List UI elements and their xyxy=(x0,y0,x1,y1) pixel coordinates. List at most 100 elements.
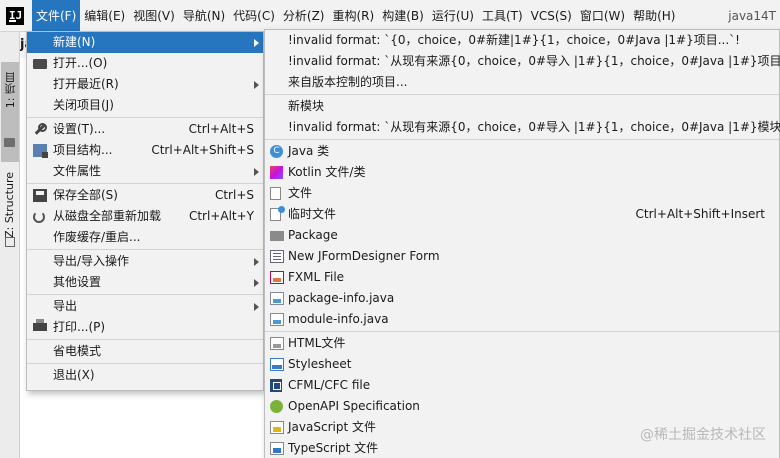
watermark: @稀土掘金技术社区 xyxy=(640,427,766,443)
menu-item-label: JavaScript 文件 xyxy=(288,420,376,434)
menu-item-label: 文件 xyxy=(288,186,313,200)
new-project-item[interactable]: !invalid format: `{0，choice，0#新建|1#}{1，c… xyxy=(265,30,779,51)
left-tool-strip: 1: 项目 Z: Structure xyxy=(0,32,20,458)
package-icon xyxy=(270,231,284,241)
cfml-icon xyxy=(270,379,282,392)
menu-window[interactable]: 窗口(W) xyxy=(576,0,629,32)
new-cfml-file-item[interactable]: CFML/CFC file xyxy=(265,375,779,396)
menu-separator xyxy=(27,339,263,340)
submenu-arrow-icon xyxy=(254,81,259,89)
new-java-class-item[interactable]: C Java 类 xyxy=(265,141,779,162)
file-menu-settings[interactable]: 设置(T)... Ctrl+Alt+S xyxy=(27,119,263,140)
menu-item-label: Java 类 xyxy=(288,144,330,158)
file-menu-open-recent[interactable]: 打开最近(R) xyxy=(27,74,263,95)
wrench-icon xyxy=(33,123,47,136)
menu-bar: IJ 文件(F) 编辑(E) 视图(V) 导航(N) 代码(C) 分析(Z) 重… xyxy=(0,0,780,32)
menu-separator xyxy=(27,363,263,364)
scratch-file-icon xyxy=(270,206,285,221)
menu-item-label: 文件属性 xyxy=(53,164,102,178)
menu-item-shortcut: Ctrl+Alt+S xyxy=(188,122,254,136)
file-menu-invalidate-caches[interactable]: 作废缓存/重启... xyxy=(27,227,263,248)
menu-build[interactable]: 构建(B) xyxy=(378,0,428,32)
menu-item-label: Kotlin 文件/类 xyxy=(288,165,366,179)
menu-vcs[interactable]: VCS(S) xyxy=(527,0,576,32)
typescript-icon xyxy=(270,442,284,455)
menu-item-shortcut: Ctrl+Alt+Shift+S xyxy=(151,143,254,157)
file-menu-exit[interactable]: 退出(X) xyxy=(27,365,263,386)
menu-item-label: 打开最近(R) xyxy=(53,77,119,91)
new-module-from-sources-item[interactable]: !invalid format: `从现有来源{0，choice，0#导入 |1… xyxy=(265,117,780,138)
file-menu-open[interactable]: 打开...(O) xyxy=(27,53,263,74)
new-stylesheet-item[interactable]: Stylesheet xyxy=(265,354,779,375)
submenu-arrow-icon xyxy=(254,258,259,266)
menu-code[interactable]: 代码(C) xyxy=(229,0,279,32)
menu-item-label: New JFormDesigner Form xyxy=(288,249,440,263)
new-module-info-item[interactable]: module-info.java xyxy=(265,309,779,330)
file-menu-power-save-mode[interactable]: 省电模式 xyxy=(27,341,263,362)
file-icon xyxy=(270,187,281,200)
file-menu-print[interactable]: 打印...(P) xyxy=(27,317,263,338)
menu-refactor[interactable]: 重构(R) xyxy=(329,0,379,32)
new-openapi-spec-item[interactable]: OpenAPI Specification xyxy=(265,396,779,417)
file-menu-reload-all[interactable]: 从磁盘全部重新加载 Ctrl+Alt+Y xyxy=(27,206,263,227)
menu-item-shortcut: Ctrl+S xyxy=(214,188,254,202)
project-title: java14T xyxy=(728,8,776,23)
file-menu-export-import-actions[interactable]: 导出/导入操作 xyxy=(27,251,263,272)
project-structure-icon xyxy=(33,144,48,158)
openapi-icon xyxy=(270,400,283,413)
menu-analyze[interactable]: 分析(Z) xyxy=(279,0,329,32)
file-menu-other-settings[interactable]: 其他设置 xyxy=(27,272,263,293)
menu-item-label: 设置(T)... xyxy=(53,122,106,136)
submenu-arrow-icon xyxy=(254,279,259,287)
project-tab-label[interactable]: 1: 项目 xyxy=(3,72,19,108)
new-project-from-sources-item[interactable]: !invalid format: `从现有来源{0，choice，0#导入 |1… xyxy=(265,51,780,72)
new-file-item[interactable]: 文件 xyxy=(265,183,779,204)
new-fxml-file-item[interactable]: FXML File xyxy=(265,267,779,288)
submenu-arrow-icon xyxy=(254,168,259,176)
file-menu: 新建(N) 打开...(O) 打开最近(R) 关闭项目(J) 设置(T)... C… xyxy=(26,31,264,391)
file-menu-new[interactable]: 新建(N) xyxy=(27,32,263,53)
form-icon xyxy=(270,250,284,263)
new-package-info-item[interactable]: package-info.java xyxy=(265,288,779,309)
css-icon xyxy=(270,358,284,371)
file-menu-file-properties[interactable]: 文件属性 xyxy=(27,161,263,182)
file-menu-project-structure[interactable]: 项目结构... Ctrl+Alt+Shift+S xyxy=(27,140,263,161)
kotlin-icon xyxy=(270,166,283,179)
new-package-item[interactable]: Package xyxy=(265,225,779,246)
file-menu-close-project[interactable]: 关闭项目(J) xyxy=(27,95,263,116)
new-kotlin-file-item[interactable]: Kotlin 文件/类 xyxy=(265,162,779,183)
menu-item-label: 新模块 xyxy=(288,99,325,113)
menu-item-label: 新建(N) xyxy=(53,35,96,49)
menu-item-label: 来自版本控制的项目... xyxy=(288,75,408,89)
menu-item-label: package-info.java xyxy=(288,291,395,305)
menu-run[interactable]: 运行(U) xyxy=(428,0,478,32)
menu-item-label: Package xyxy=(288,228,338,242)
new-jformdesigner-form-item[interactable]: New JFormDesigner Form xyxy=(265,246,779,267)
new-submenu: !invalid format: `{0，choice，0#新建|1#}{1，c… xyxy=(264,29,780,458)
menu-view[interactable]: 视图(V) xyxy=(129,0,179,32)
menu-item-label: 项目结构... xyxy=(53,143,113,157)
new-module-item[interactable]: 新模块 xyxy=(265,96,779,117)
print-icon xyxy=(33,319,47,331)
menu-file[interactable]: 文件(F) xyxy=(32,0,81,32)
new-html-file-item[interactable]: HTML文件 xyxy=(265,333,779,354)
html-icon xyxy=(270,337,284,350)
menu-item-label: 打印...(P) xyxy=(53,320,106,334)
menu-item-label: FXML File xyxy=(288,270,345,284)
folder-icon xyxy=(33,59,47,69)
structure-tab-label[interactable]: Z: Structure xyxy=(3,172,16,238)
menu-item-label: 关闭项目(J) xyxy=(53,98,114,112)
reload-icon xyxy=(33,211,45,223)
menu-help[interactable]: 帮助(H) xyxy=(629,0,679,32)
menu-edit[interactable]: 编辑(E) xyxy=(80,0,129,32)
menu-separator xyxy=(265,139,779,140)
menu-separator xyxy=(27,249,263,250)
save-icon xyxy=(33,189,47,202)
menu-tools[interactable]: 工具(T) xyxy=(478,0,527,32)
new-scratch-file-item[interactable]: 临时文件 Ctrl+Alt+Shift+Insert xyxy=(265,204,779,225)
menu-navigate[interactable]: 导航(N) xyxy=(179,0,229,32)
file-menu-export[interactable]: 导出 xyxy=(27,296,263,317)
menu-item-label: !invalid format: `从现有来源{0，choice，0#导入 |1… xyxy=(288,120,780,134)
file-menu-save-all[interactable]: 保存全部(S) Ctrl+S xyxy=(27,185,263,206)
new-project-from-vcs-item[interactable]: 来自版本控制的项目... xyxy=(265,72,779,93)
